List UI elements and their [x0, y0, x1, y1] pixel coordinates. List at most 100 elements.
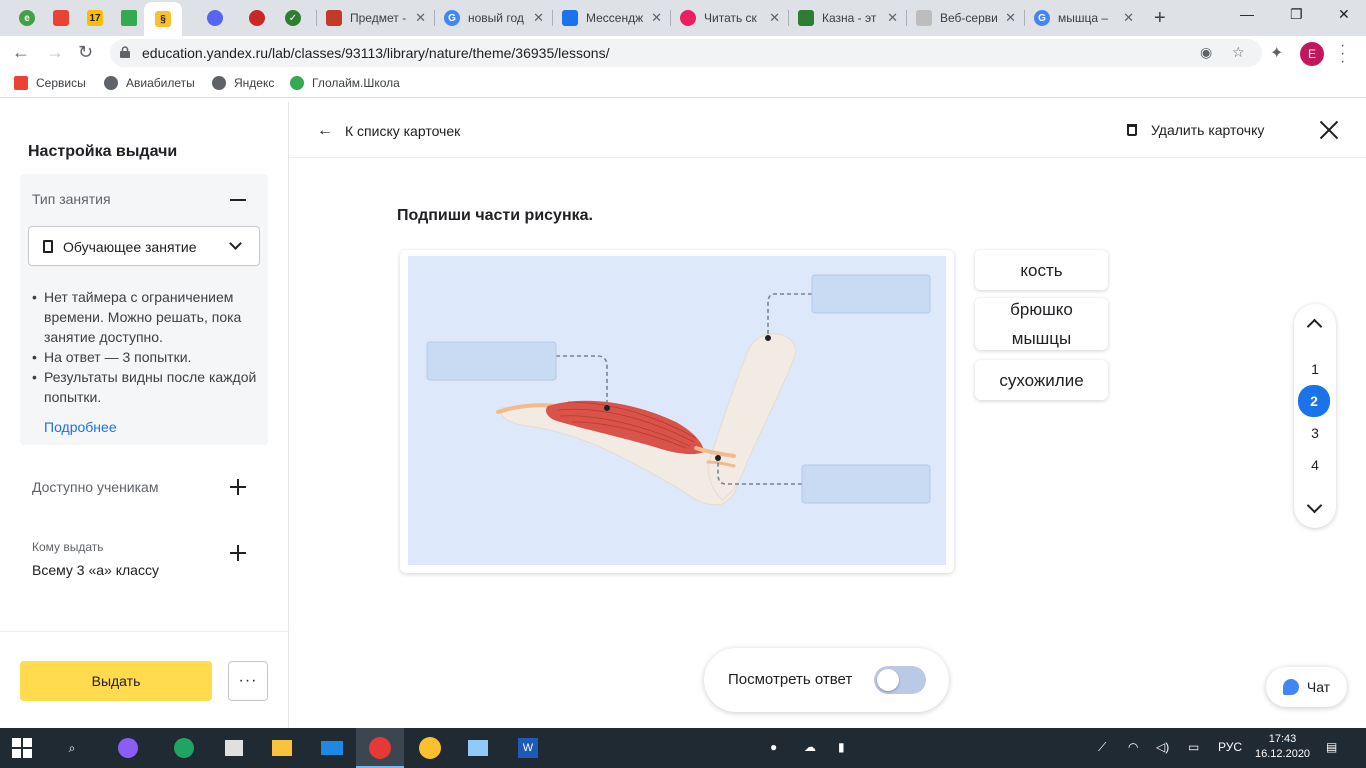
app-icon[interactable]	[418, 736, 442, 760]
search-icon[interactable]: ⌕	[60, 736, 84, 760]
delete-card-link[interactable]: Удалить карточку	[1127, 122, 1264, 138]
pinned-tab-7[interactable]	[240, 4, 274, 32]
input-language[interactable]: РУС	[1218, 740, 1242, 754]
pinned-tab-6[interactable]	[198, 4, 232, 32]
page-link[interactable]: 3	[1298, 418, 1332, 448]
bookmark-services[interactable]: Сервисы	[14, 76, 86, 90]
window-close-icon[interactable]: ✕	[1338, 6, 1350, 23]
word-card-tendon[interactable]: сухожилие	[975, 360, 1108, 400]
microphone-icon[interactable]: ▮	[838, 740, 845, 754]
eye-off-icon[interactable]: ◉	[1200, 44, 1212, 61]
tab-5[interactable]: Казна - эт ✕	[790, 4, 906, 32]
network-icon[interactable]: ⟋	[1098, 740, 1106, 755]
volume-icon[interactable]: ◁)	[1156, 740, 1169, 754]
page-link-current[interactable]: 2	[1298, 385, 1330, 417]
pinned-tab-3[interactable]: 17	[78, 4, 112, 32]
collapse-minus-icon[interactable]	[230, 199, 246, 201]
pinned-tab-2[interactable]	[44, 4, 78, 32]
back-to-cards-link[interactable]: ← К списку карточек	[317, 122, 460, 140]
page-link[interactable]: 1	[1298, 354, 1332, 384]
discord-icon	[207, 10, 223, 26]
tab-separator	[1024, 10, 1025, 26]
show-answer-panel: Посмотреть ответ	[704, 648, 949, 712]
forward-arrow-icon[interactable]: →	[46, 42, 64, 63]
windows-start-icon[interactable]	[12, 738, 32, 758]
pinned-tab-8[interactable]: ✓	[276, 4, 310, 32]
list-item: На ответ — 3 попытки.	[32, 347, 258, 367]
cloud-icon[interactable]: ☁	[804, 740, 816, 754]
trash-icon	[1127, 124, 1137, 136]
close-tab-icon[interactable]: ✕	[533, 10, 544, 26]
tab-4[interactable]: Читать ск ✕	[672, 4, 788, 32]
edge-icon[interactable]	[172, 736, 196, 760]
profile-avatar[interactable]: E	[1300, 42, 1324, 66]
tab-3[interactable]: Мессендж ✕	[554, 4, 670, 32]
chrome-taskbar-icon[interactable]	[356, 728, 404, 768]
google-icon: G	[1034, 10, 1050, 26]
alice-icon[interactable]	[116, 736, 140, 760]
google-icon: G	[444, 10, 460, 26]
arm-muscle-diagram	[408, 256, 946, 565]
close-tab-icon[interactable]: ✕	[1123, 10, 1134, 26]
show-answer-toggle[interactable]	[874, 666, 926, 694]
more-info-link[interactable]: Подробнее	[44, 419, 117, 435]
drive-icon	[121, 10, 137, 26]
mail-icon[interactable]	[320, 736, 344, 760]
chat-label: Чат	[1306, 679, 1331, 695]
lesson-type-select[interactable]: Обучающее занятие	[28, 226, 260, 266]
close-tab-icon[interactable]: ✕	[887, 10, 898, 26]
close-tab-icon[interactable]: ✕	[769, 10, 780, 26]
reload-icon[interactable]: ↻	[78, 42, 93, 63]
chevron-up-icon[interactable]	[1306, 318, 1323, 335]
system-clock[interactable]: 17:43 16.12.2020	[1255, 732, 1310, 762]
close-icon[interactable]	[1319, 120, 1339, 140]
star-icon[interactable]: ☆	[1232, 44, 1245, 61]
wifi-icon[interactable]: ◠	[1128, 740, 1138, 754]
browser-tab-strip: e 17 § ✓ Предмет - ✕ Gновый год ✕ Мессендж…	[0, 0, 1366, 36]
new-tab-icon[interactable]: +	[1154, 7, 1166, 30]
tab-separator	[788, 10, 789, 26]
notifications-icon[interactable]: ▤	[1326, 740, 1337, 754]
close-tab-icon[interactable]: ✕	[651, 10, 662, 26]
back-arrow-icon[interactable]: ←	[12, 42, 30, 63]
pinned-tab-1[interactable]: e	[10, 4, 44, 32]
tab-2[interactable]: Gновый год ✕	[436, 4, 552, 32]
pinned-tab-4[interactable]	[112, 4, 146, 32]
chat-button[interactable]: Чат	[1266, 667, 1347, 707]
close-tab-icon[interactable]: ✕	[1005, 10, 1016, 26]
store-icon[interactable]	[222, 736, 246, 760]
word-icon[interactable]: W	[516, 736, 540, 760]
bookmark-school[interactable]: Глолайм.Школа	[290, 76, 400, 90]
extensions-icon[interactable]: ✦	[1270, 43, 1283, 63]
tab-7[interactable]: Gмышца – ✕	[1026, 4, 1142, 32]
tab-1[interactable]: Предмет - ✕	[318, 4, 434, 32]
word-card-muscle-belly[interactable]: брюшко мышцы	[975, 298, 1108, 350]
sidebar-footer: Выдать ···	[0, 631, 289, 728]
close-tab-icon[interactable]: ✕	[415, 10, 426, 26]
bookmark-flights[interactable]: Авиабилеты	[104, 76, 195, 90]
pinned-tab-5-active[interactable]: §	[144, 2, 182, 36]
more-options-button[interactable]: ···	[228, 661, 268, 701]
lesson-icon	[43, 240, 53, 253]
app-icon[interactable]	[466, 736, 490, 760]
app-icon: §	[155, 11, 171, 27]
tab-6[interactable]: Веб-серви ✕	[908, 4, 1024, 32]
chat-bubble-icon	[1282, 679, 1299, 695]
page-link[interactable]: 4	[1298, 450, 1332, 480]
word-card-bone[interactable]: кость	[975, 250, 1108, 290]
chevron-down-icon[interactable]	[1306, 497, 1323, 514]
display-icon[interactable]: ▭	[1188, 740, 1199, 754]
bookmark-yandex[interactable]: Яндекс	[212, 76, 274, 90]
add-available-plus-icon[interactable]	[230, 479, 246, 495]
maximize-icon[interactable]: ❐	[1290, 6, 1303, 23]
yandex-tray-icon[interactable]: ●	[770, 740, 777, 754]
folder-icon[interactable]	[270, 736, 294, 760]
browser-menu-icon[interactable]: · · ·	[1340, 38, 1345, 70]
app-icon: 17	[87, 10, 103, 26]
money-icon	[798, 10, 814, 26]
address-bar[interactable]: education.yandex.ru/lab/classes/93113/li…	[110, 39, 1262, 67]
list-item: Нет таймера с ограничением времени. Можн…	[32, 287, 258, 347]
minimize-icon[interactable]: —	[1240, 6, 1254, 22]
issue-button[interactable]: Выдать	[20, 661, 212, 701]
add-recipient-plus-icon[interactable]	[230, 545, 246, 561]
